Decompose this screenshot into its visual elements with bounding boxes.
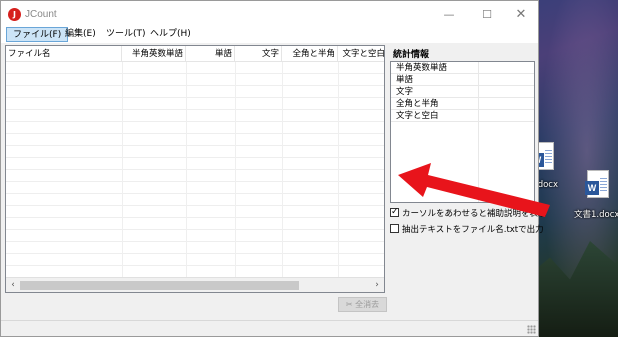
desktop-icon-label: 文書1.docx <box>574 210 618 220</box>
file-table[interactable]: ファイル名 半角英数単語 単語 文字 全角と半角 文字と空白 ‹ › <box>5 45 385 293</box>
export-checkbox[interactable] <box>390 224 399 233</box>
column-header-filename[interactable]: ファイル名 <box>6 46 122 62</box>
stats-row: 全角と半角 <box>391 98 534 110</box>
stats-row: 文字と空白 <box>391 110 534 122</box>
stats-row: 半角英数単語 <box>391 62 534 74</box>
app-logo-icon: J <box>8 8 21 21</box>
window-title: JCount <box>25 9 57 20</box>
scroll-right-icon[interactable]: › <box>370 278 384 292</box>
table-rows <box>6 62 384 277</box>
table-header: ファイル名 半角英数単語 単語 文字 全角と半角 文字と空白 <box>6 46 384 62</box>
resize-grip-icon[interactable] <box>527 325 536 334</box>
status-bar <box>1 320 538 336</box>
column-header-chars[interactable]: 文字 <box>235 46 282 62</box>
red-arrow-annotation <box>398 163 550 217</box>
column-header-chars-spaces[interactable]: 文字と空白 <box>338 46 384 62</box>
clear-all-button[interactable]: ✂ 全消去 <box>338 297 387 312</box>
column-header-halfwidth-words[interactable]: 半角英数単語 <box>122 46 186 62</box>
column-header-full-half[interactable]: 全角と半角 <box>282 46 338 62</box>
menu-help[interactable]: ヘルプ(H) <box>144 27 197 42</box>
column-header-words[interactable]: 単語 <box>186 46 235 62</box>
desktop-icon-doc1[interactable]: W 文書1.docx <box>574 166 618 221</box>
export-option[interactable]: 抽出テキストをファイル名.txtで出力 <box>390 224 544 236</box>
arrow-shape <box>398 163 550 217</box>
menu-edit[interactable]: 編集(E) <box>59 27 102 42</box>
export-option-label: 抽出テキストをファイル名.txtで出力 <box>402 225 544 235</box>
scroll-left-icon[interactable]: ‹ <box>6 278 20 292</box>
tools-icon: ✂ <box>345 300 353 309</box>
horizontal-scrollbar[interactable]: ‹ › <box>6 277 384 292</box>
scrollbar-thumb[interactable] <box>20 281 299 290</box>
word-document-icon: W <box>585 170 609 198</box>
menu-bar: ファイル(F) 編集(E) ツール(T) ヘルプ(H) <box>1 25 538 43</box>
stats-title: 統計情報 <box>393 50 430 60</box>
clear-all-label: 全消去 <box>355 300 380 309</box>
stats-row: 文字 <box>391 86 534 98</box>
stats-row: 単語 <box>391 74 534 86</box>
